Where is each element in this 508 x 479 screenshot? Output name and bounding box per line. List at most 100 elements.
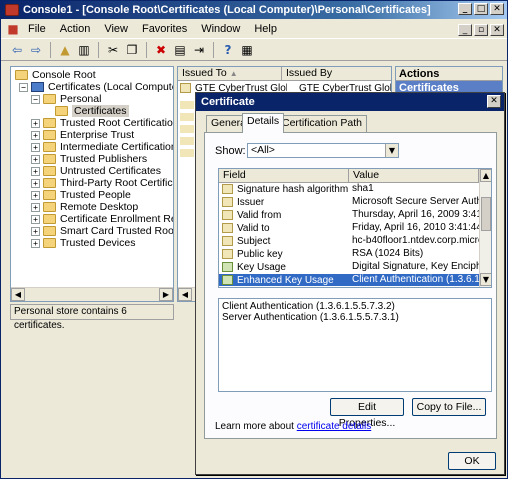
grid-header-value[interactable]: Value xyxy=(349,169,479,183)
menu-action[interactable]: Action xyxy=(53,23,98,35)
tree-item-label: Enterprise Trust xyxy=(60,129,135,141)
grid-row[interactable]: Key Usage Digital Signature, Key Encipher… xyxy=(219,261,479,273)
window-title: Console1 - [Console Root\Certificates (L… xyxy=(23,4,431,16)
scroll-thumb[interactable] xyxy=(481,197,491,231)
tree-item-label: Third-Party Root Certification A xyxy=(60,177,173,189)
child-close-button[interactable]: ✕ xyxy=(490,24,504,36)
grid-row[interactable]: Signature hash algorithm sha1 xyxy=(219,183,479,195)
expand-icon[interactable]: + xyxy=(31,190,40,200)
details-grid[interactable]: Field Value Signature hash algorithm sha1… xyxy=(218,168,492,288)
grid-field: Valid to xyxy=(237,222,270,234)
tree-item-remote-desktop[interactable]: + Remote Desktop xyxy=(31,201,138,213)
tree-item-personal-certificates[interactable]: Certificates xyxy=(55,105,129,117)
field-value-box[interactable]: Client Authentication (1.3.6.1.5.5.7.3.2… xyxy=(218,298,492,392)
grid-row[interactable]: Valid from Thursday, April 16, 2009 3:41.… xyxy=(219,209,479,221)
expand-icon[interactable]: + xyxy=(31,202,40,212)
tree-item-smart-card-roots[interactable]: + Smart Card Trusted Roots xyxy=(31,225,173,237)
column-header-issued-to[interactable]: Issued To ▲ xyxy=(178,67,282,81)
tree-item-trusted-people[interactable]: + Trusted People xyxy=(31,189,131,201)
tree-item-untrusted[interactable]: + Untrusted Certificates xyxy=(31,165,161,177)
dialog-titlebar[interactable]: Certificate ✕ xyxy=(196,93,504,111)
grid-row[interactable]: Public key RSA (1024 Bits) xyxy=(219,248,479,260)
properties-icon[interactable]: ▤ xyxy=(172,42,188,58)
menu-help[interactable]: Help xyxy=(247,23,284,35)
menu-bar: ■ File Action View Favorites Window Help… xyxy=(1,19,507,39)
tree-item-certificates-local[interactable]: − Certificates (Local Computer) xyxy=(19,81,173,93)
chevron-down-icon[interactable]: ▼ xyxy=(385,144,398,157)
ok-button[interactable]: OK xyxy=(448,452,496,470)
expand-icon[interactable]: + xyxy=(31,214,40,224)
copy-icon[interactable]: ❐ xyxy=(124,42,140,58)
show-hide-tree-icon[interactable]: ▥ xyxy=(76,42,92,58)
tree-item-console-root[interactable]: Console Root xyxy=(15,69,96,81)
tree-item-label: Remote Desktop xyxy=(60,201,139,213)
help-icon[interactable]: ? xyxy=(220,42,236,58)
scroll-right-icon[interactable]: ▶ xyxy=(159,288,173,301)
maximize-button[interactable]: □ xyxy=(474,3,488,15)
tree-item-label: Console Root xyxy=(32,69,96,81)
show-action-pane-icon[interactable]: ▦ xyxy=(239,42,255,58)
expand-icon[interactable]: + xyxy=(31,166,40,176)
tab-details[interactable]: Details xyxy=(242,113,285,133)
forward-icon[interactable]: ⇨ xyxy=(28,42,44,58)
child-minimize-button[interactable]: _ xyxy=(458,24,472,36)
folder-icon xyxy=(43,190,56,200)
menu-window[interactable]: Window xyxy=(194,23,247,35)
tree-item-trusted-root[interactable]: + Trusted Root Certification Auth xyxy=(31,117,173,129)
delete-icon[interactable]: ✖ xyxy=(153,42,169,58)
expand-icon[interactable]: + xyxy=(31,238,40,248)
menu-view[interactable]: View xyxy=(97,23,135,35)
collapse-icon[interactable]: − xyxy=(19,82,28,92)
minimize-button[interactable]: _ xyxy=(458,3,472,15)
cut-icon[interactable]: ✂ xyxy=(105,42,121,58)
expand-icon[interactable]: + xyxy=(31,118,40,128)
dialog-close-button[interactable]: ✕ xyxy=(487,95,501,108)
field-icon xyxy=(222,210,233,220)
tree-item-enterprise-trust[interactable]: + Enterprise Trust xyxy=(31,129,134,141)
grid-vertical-scrollbar[interactable]: ▲ ▼ xyxy=(479,169,491,287)
console-tree[interactable]: Console Root − Certificates (Local Comput… xyxy=(10,66,174,302)
grid-row[interactable]: Subject hc-b40floor1.ntdev.corp.micro... xyxy=(219,235,479,247)
expand-icon[interactable]: + xyxy=(31,130,40,140)
export-icon[interactable]: ⇥ xyxy=(191,42,207,58)
close-button[interactable]: ✕ xyxy=(490,3,504,15)
tree-item-intermediate[interactable]: + Intermediate Certification Auth xyxy=(31,141,173,153)
tree-item-trusted-publishers[interactable]: + Trusted Publishers xyxy=(31,153,147,165)
tree-item-trusted-devices[interactable]: + Trusted Devices xyxy=(31,237,135,249)
tree-item-personal[interactable]: − Personal xyxy=(31,93,101,105)
actions-title: Actions xyxy=(396,67,502,81)
scroll-down-icon[interactable]: ▼ xyxy=(480,273,491,286)
collapse-icon[interactable]: − xyxy=(31,94,40,104)
window-titlebar[interactable]: Console1 - [Console Root\Certificates (L… xyxy=(1,1,507,19)
grid-row-selected[interactable]: Enhanced Key Usage Client Authentication … xyxy=(219,274,479,286)
up-folder-icon[interactable]: ▲ xyxy=(57,42,73,58)
expand-icon[interactable]: + xyxy=(31,142,40,152)
tree-horizontal-scrollbar[interactable]: ◀ ▶ xyxy=(11,287,173,301)
edit-properties-button[interactable]: Edit Properties... xyxy=(330,398,404,429)
show-select[interactable]: <All> ▼ xyxy=(247,143,399,158)
scroll-left-icon[interactable]: ◀ xyxy=(178,288,192,301)
tab-certification-path[interactable]: Certification Path xyxy=(277,115,367,132)
copy-to-file-button[interactable]: Copy to File... xyxy=(412,398,486,416)
tree-item-label: Trusted People xyxy=(60,189,131,201)
grid-row[interactable]: Valid to Friday, April 16, 2010 3:41:44..… xyxy=(219,222,479,234)
scroll-up-icon[interactable]: ▲ xyxy=(480,169,491,182)
grid-header-field[interactable]: Field xyxy=(219,169,349,183)
child-restore-button[interactable]: ▫ xyxy=(474,24,488,36)
scroll-left-icon[interactable]: ◀ xyxy=(11,288,25,301)
grid-field: Subject xyxy=(237,235,271,247)
expand-icon[interactable]: + xyxy=(31,226,40,236)
certificates-snapin-icon xyxy=(31,82,44,92)
expand-icon[interactable]: + xyxy=(31,154,40,164)
grid-row[interactable]: Issuer Microsoft Secure Server Autho... xyxy=(219,196,479,208)
tree-item-third-party-root[interactable]: + Third-Party Root Certification A xyxy=(31,177,173,189)
tree-item-enrollment-requests[interactable]: + Certificate Enrollment Requests xyxy=(31,213,173,225)
menu-favorites[interactable]: Favorites xyxy=(135,23,194,35)
console-menu-icon[interactable]: ■ xyxy=(5,21,21,37)
column-header-issued-by[interactable]: Issued By xyxy=(282,67,391,81)
back-icon[interactable]: ⇦ xyxy=(9,42,25,58)
certificate-details-link[interactable]: certificate details xyxy=(297,421,371,432)
tree-item-label: Trusted Devices xyxy=(60,237,136,249)
expand-icon[interactable]: + xyxy=(31,178,40,188)
menu-file[interactable]: File xyxy=(21,23,53,35)
